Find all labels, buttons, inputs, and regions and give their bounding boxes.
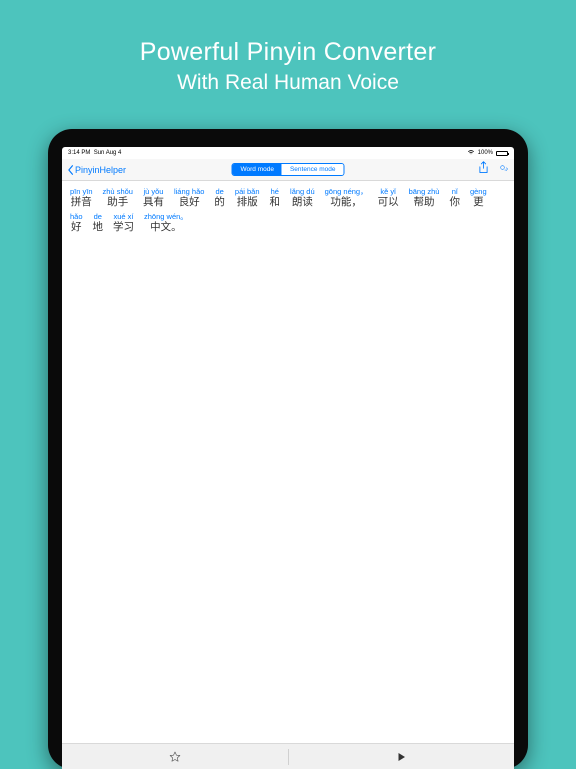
share-icon: [478, 161, 489, 174]
segmented-control: Word mode Sentence mode: [231, 163, 344, 176]
promo-title: Powerful Pinyin Converter: [20, 38, 556, 67]
hanzi-text: 你: [449, 196, 460, 210]
word-item[interactable]: xué xí学习: [109, 212, 138, 235]
word-item[interactable]: liáng hǎo良好: [170, 187, 208, 210]
word-item[interactable]: lǎng dú朗读: [286, 187, 319, 210]
hanzi-text: 的: [214, 196, 225, 210]
pinyin-text: de: [94, 212, 102, 221]
pinyin-text: gèng: [470, 187, 487, 196]
word-item[interactable]: zhōng wén。中文。: [140, 212, 192, 235]
word-list: pīn yīn拼音zhù shǒu助手jù yǒu具有liáng hǎo良好de…: [66, 187, 510, 236]
word-item[interactable]: hǎo好: [66, 212, 87, 235]
star-icon: [169, 751, 181, 763]
battery-icon: [496, 151, 508, 156]
bottom-toolbar: [62, 743, 514, 769]
pinyin-text: xué xí: [114, 212, 134, 221]
content-area: pīn yīn拼音zhù shǒu助手jù yǒu具有liáng hǎo良好de…: [62, 181, 514, 743]
pinyin-text: zhù shǒu: [103, 187, 133, 196]
nav-bar: PinyinHelper Word mode Sentence mode: [62, 159, 514, 181]
hanzi-text: 可以: [378, 196, 399, 210]
word-item[interactable]: nǐ你: [445, 187, 464, 210]
gear-icon: [497, 161, 508, 174]
word-item[interactable]: kě yǐ可以: [374, 187, 403, 210]
pinyin-text: pīn yīn: [70, 187, 93, 196]
pinyin-text: pái bǎn: [235, 187, 260, 196]
status-right: 100%: [467, 149, 508, 157]
pinyin-text: liáng hǎo: [174, 187, 204, 196]
pinyin-text: hé: [271, 187, 279, 196]
pinyin-text: bāng zhù: [409, 187, 440, 196]
pinyin-text: jù yǒu: [143, 187, 163, 196]
pinyin-text: kě yǐ: [380, 187, 395, 196]
pinyin-text: hǎo: [70, 212, 83, 221]
word-item[interactable]: hé和: [266, 187, 285, 210]
battery-pct: 100%: [478, 150, 493, 156]
back-button[interactable]: PinyinHelper: [68, 165, 126, 175]
word-item[interactable]: gōng néng，功能，: [321, 187, 372, 210]
hanzi-text: 具有: [143, 196, 164, 210]
word-item[interactable]: pīn yīn拼音: [66, 187, 97, 210]
word-item[interactable]: pái bǎn排版: [231, 187, 264, 210]
word-item[interactable]: de地: [89, 212, 108, 235]
hanzi-text: 更: [473, 196, 484, 210]
pinyin-text: lǎng dú: [290, 187, 315, 196]
back-label: PinyinHelper: [75, 165, 126, 175]
promo-subtitle: With Real Human Voice: [20, 71, 556, 95]
hanzi-text: 地: [93, 221, 104, 235]
hanzi-text: 排版: [237, 196, 258, 210]
hanzi-text: 拼音: [71, 196, 92, 210]
time-label: 3:14 PM: [68, 150, 90, 156]
ipad-frame: 3:14 PM Sun Aug 4 100% PinyinHelper Word…: [48, 129, 528, 769]
date-label: Sun Aug 4: [94, 150, 122, 156]
word-item[interactable]: de的: [210, 187, 229, 210]
hanzi-text: 帮助: [414, 196, 435, 210]
status-bar: 3:14 PM Sun Aug 4 100%: [62, 147, 514, 159]
wifi-icon: [467, 149, 475, 157]
share-button[interactable]: [478, 161, 489, 179]
hanzi-text: 和: [270, 196, 281, 210]
hanzi-text: 好: [71, 221, 82, 235]
word-item[interactable]: jù yǒu具有: [139, 187, 168, 210]
play-icon: [395, 751, 407, 763]
word-item[interactable]: bāng zhù帮助: [405, 187, 444, 210]
screen: 3:14 PM Sun Aug 4 100% PinyinHelper Word…: [62, 147, 514, 769]
status-time: 3:14 PM Sun Aug 4: [68, 150, 121, 156]
seg-word-mode[interactable]: Word mode: [232, 164, 281, 175]
pinyin-text: de: [216, 187, 224, 196]
settings-button[interactable]: [497, 161, 508, 179]
pinyin-text: nǐ: [452, 187, 458, 196]
hanzi-text: 学习: [113, 221, 134, 235]
promo-header: Powerful Pinyin Converter With Real Huma…: [0, 0, 576, 129]
hanzi-text: 中文。: [150, 221, 182, 235]
word-item[interactable]: gèng更: [466, 187, 491, 210]
pinyin-text: gōng néng，: [325, 187, 368, 196]
chevron-left-icon: [68, 165, 74, 175]
hanzi-text: 良好: [179, 196, 200, 210]
favorite-button[interactable]: [62, 751, 288, 763]
nav-actions: [478, 161, 508, 179]
hanzi-text: 功能，: [330, 196, 362, 210]
seg-sentence-mode[interactable]: Sentence mode: [282, 164, 344, 175]
pinyin-text: zhōng wén。: [144, 212, 188, 221]
play-button[interactable]: [288, 751, 514, 763]
word-item[interactable]: zhù shǒu助手: [99, 187, 137, 210]
hanzi-text: 助手: [107, 196, 128, 210]
hanzi-text: 朗读: [292, 196, 313, 210]
